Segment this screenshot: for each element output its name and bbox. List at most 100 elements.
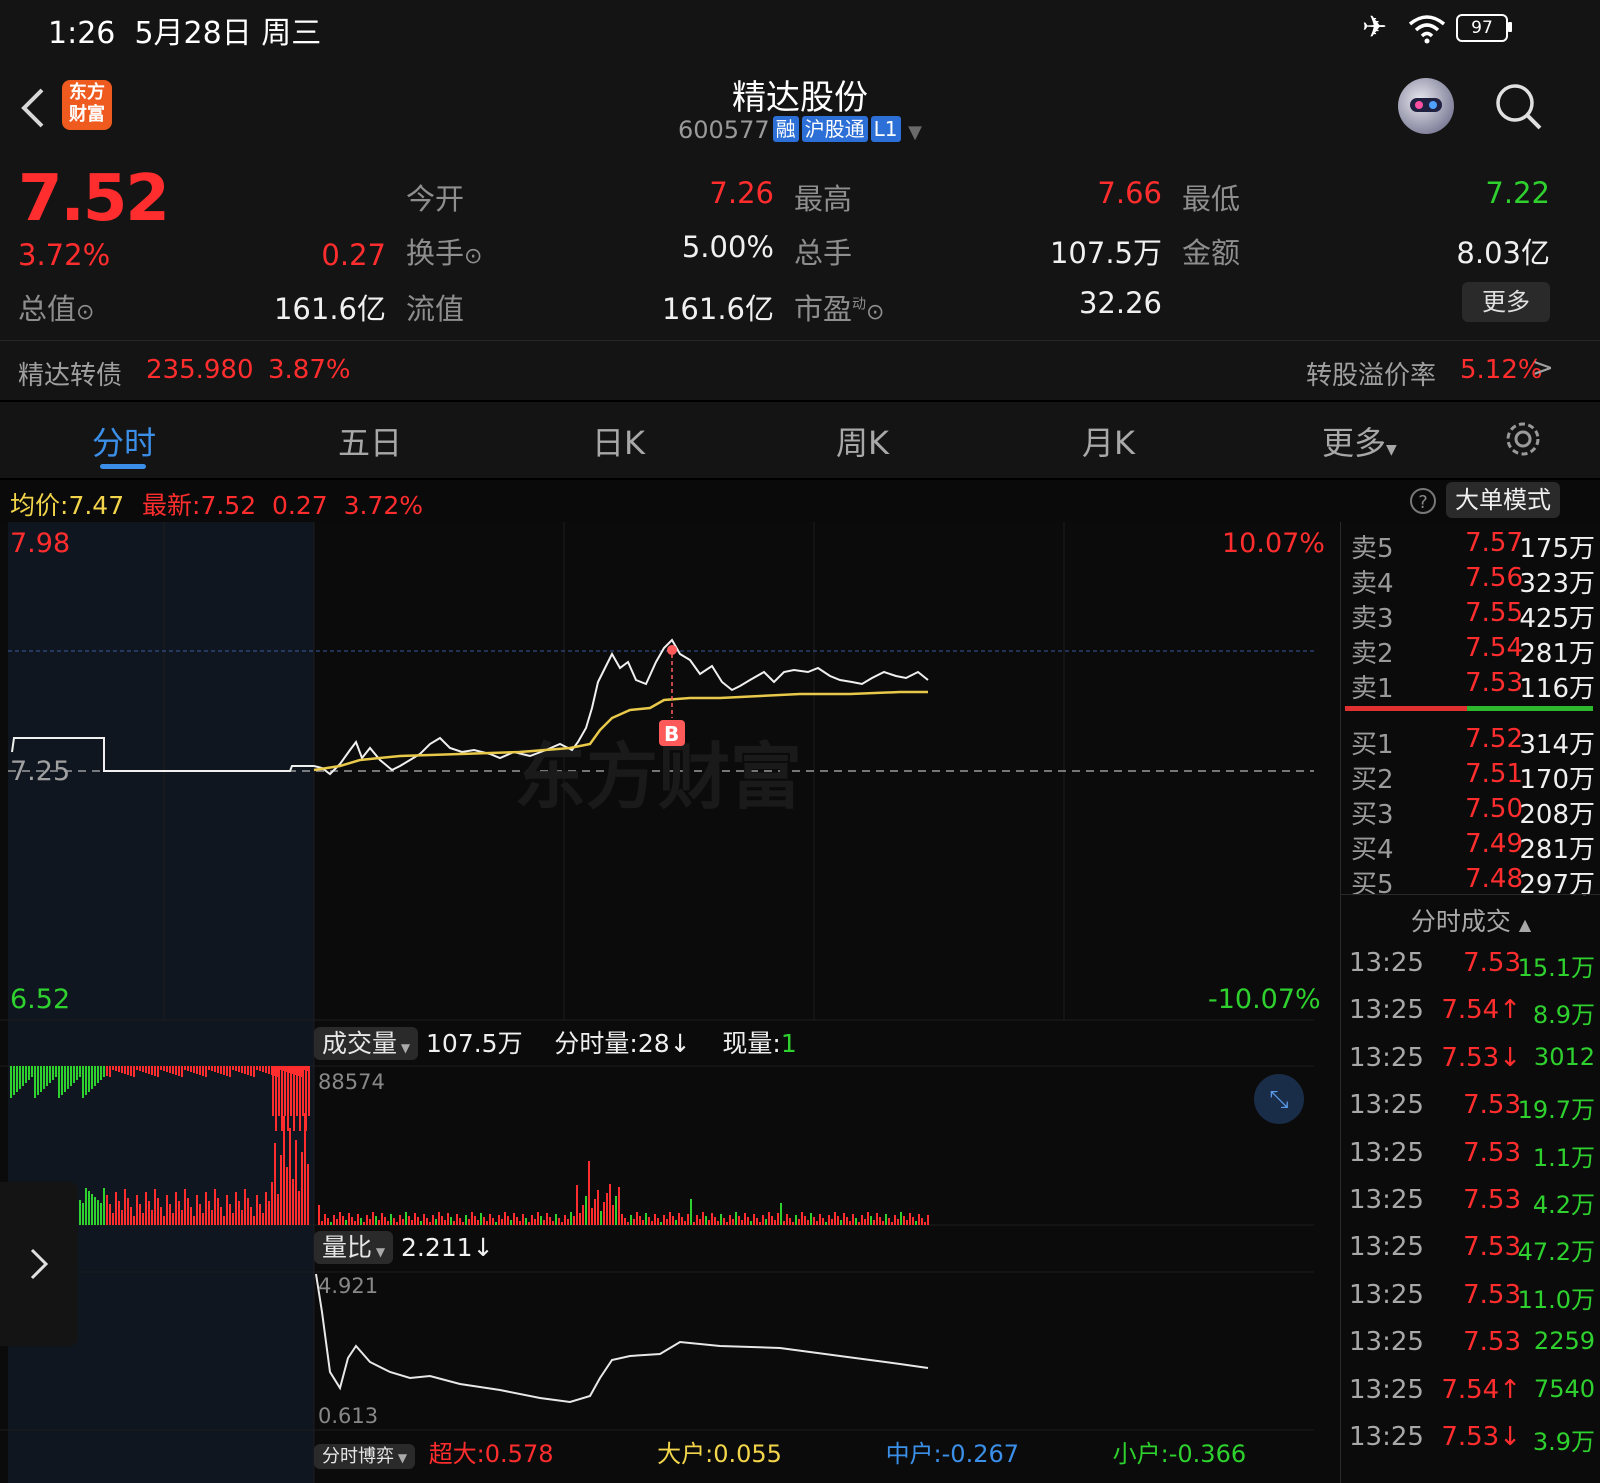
tab-daily-k[interactable]: 日K — [592, 418, 645, 464]
volume-bar — [357, 1214, 359, 1225]
volume-bar — [684, 1221, 686, 1225]
volume-bar — [49, 1066, 51, 1083]
ask-row[interactable]: 卖5 7.57 175万 — [1341, 528, 1600, 564]
volume-bar — [534, 1219, 536, 1225]
volume-bar — [296, 1066, 298, 1116]
volume-bar — [184, 1189, 186, 1225]
volume-bar — [73, 1066, 75, 1083]
ask-row[interactable]: 卖1 7.53 116万 — [1341, 668, 1600, 704]
trade-volume: 2259 — [1533, 1327, 1595, 1356]
more-button[interactable]: 更多 — [1462, 282, 1550, 322]
volume-bar — [211, 1210, 213, 1225]
volume-bar — [825, 1222, 827, 1225]
volume-bar — [669, 1212, 671, 1225]
info-icon: ⊙ — [464, 244, 483, 269]
volume-bar — [281, 1066, 283, 1131]
volume-bar — [642, 1220, 644, 1225]
settings-gear-icon[interactable] — [1502, 418, 1544, 460]
assistant-robot-icon[interactable] — [1398, 78, 1454, 134]
trade-price: 7.53 — [1463, 1137, 1521, 1168]
tab-weekly-k[interactable]: 周K — [836, 418, 889, 464]
volume-bar — [145, 1066, 147, 1073]
volume-bar — [582, 1205, 584, 1225]
volume-bar — [384, 1217, 386, 1225]
bid-row[interactable]: 买3 7.50 208万 — [1341, 794, 1600, 830]
volume-bar — [190, 1207, 192, 1225]
ask-row[interactable]: 卖4 7.56 323万 — [1341, 563, 1600, 599]
convertible-bond-row[interactable]: 精达转债 235.980 3.87% 转股溢价率 5.12% > — [0, 341, 1600, 400]
volume-bar — [519, 1221, 521, 1225]
volume-bar — [462, 1222, 464, 1225]
volume-bar — [900, 1212, 902, 1225]
bond-name: 精达转债 — [18, 361, 123, 391]
volume-bar — [214, 1066, 216, 1072]
volume-bar — [100, 1066, 102, 1080]
search-icon[interactable] — [1494, 82, 1544, 132]
volume-bar — [151, 1066, 153, 1075]
tab-monthly-k[interactable]: 月K — [1082, 418, 1135, 464]
trade-price: 7.54↑ — [1441, 1374, 1521, 1405]
ask-label: 卖5 — [1351, 534, 1394, 564]
volume-bar — [840, 1220, 842, 1225]
big-order-mode-button[interactable]: 大单模式 — [1446, 482, 1560, 518]
expand-icon[interactable]: ⤡ — [1254, 1074, 1304, 1124]
volume-bar — [861, 1215, 863, 1225]
caret-up-icon: ▲ — [1518, 915, 1532, 934]
volume-bar — [16, 1066, 18, 1092]
ask-row[interactable]: 卖2 7.54 281万 — [1341, 633, 1600, 669]
volume-bar — [217, 1198, 219, 1225]
volume-bar — [229, 1204, 231, 1225]
y-axis-mid: 7.25 — [10, 756, 71, 787]
volume-bar — [67, 1066, 69, 1089]
volume-bar — [456, 1214, 458, 1225]
bid-row[interactable]: 买2 7.51 170万 — [1341, 759, 1600, 795]
stock-name[interactable]: 精达股份 — [0, 70, 1600, 119]
intraday-chart[interactable]: 东方财富 B 7.98 10.07% 7.25 6.52 -10.07% 成交量… — [0, 522, 1340, 1483]
ask-price: 7.57 — [1465, 528, 1523, 558]
avg-price-label: 均价:7.47 — [10, 491, 125, 520]
volume-bar — [130, 1066, 132, 1076]
bid-row[interactable]: 买4 7.49 281万 — [1341, 829, 1600, 865]
trade-volume: 15.1万 — [1517, 954, 1595, 982]
chevron-right-icon — [30, 1248, 49, 1280]
volume-bar — [166, 1066, 168, 1072]
volume-bar — [133, 1066, 135, 1077]
bid-row[interactable]: 买1 7.52 314万 — [1341, 724, 1600, 760]
trade-row: 13:25 7.53 4.2万 — [1341, 1185, 1600, 1225]
volume-bar — [28, 1066, 30, 1080]
volume-bar — [97, 1066, 99, 1083]
stock-code-row[interactable]: 600577 融沪股通 L1 ▼ — [0, 116, 1600, 144]
ask-row[interactable]: 卖3 7.55 425万 — [1341, 598, 1600, 634]
volume-bar — [127, 1066, 129, 1075]
volume-bar — [522, 1214, 524, 1225]
tab-intraday[interactable]: 分时 — [92, 418, 156, 464]
help-icon[interactable]: ? — [1410, 488, 1436, 514]
tab-indicator — [100, 464, 146, 469]
volume-bar — [238, 1066, 240, 1072]
volume-bar — [321, 1221, 323, 1225]
volume-bar — [205, 1192, 207, 1225]
volume-bar — [828, 1215, 830, 1225]
volume-bar — [720, 1214, 722, 1225]
volume-bar — [537, 1212, 539, 1225]
ratio-min-label: 0.613 — [318, 1404, 379, 1428]
volume-bar — [594, 1199, 596, 1225]
bid-price: 7.50 — [1465, 794, 1523, 824]
volume-bar — [876, 1213, 878, 1225]
side-panel-toggle[interactable] — [0, 1182, 78, 1346]
game-selector[interactable]: 分时博弈 ▼ — [314, 1444, 416, 1469]
tab-five-day[interactable]: 五日 — [338, 418, 402, 464]
volume-bar — [786, 1214, 788, 1225]
current-volume-label: 现量: — [722, 1029, 781, 1058]
ratio-selector[interactable]: 量比 ▼ — [314, 1231, 394, 1264]
volume-selector[interactable]: 成交量 ▼ — [314, 1027, 419, 1060]
tab-more[interactable]: 更多▼ — [1322, 418, 1397, 464]
volume-bar — [495, 1222, 497, 1225]
volume-bar — [79, 1200, 81, 1225]
volume-bar — [777, 1213, 779, 1225]
volume-bar — [40, 1066, 42, 1092]
volume-bar — [272, 1066, 274, 1116]
trades-title[interactable]: 分时成交 ▲ — [1341, 902, 1600, 938]
volume-bar — [253, 1216, 255, 1225]
volume-bar — [570, 1212, 572, 1225]
